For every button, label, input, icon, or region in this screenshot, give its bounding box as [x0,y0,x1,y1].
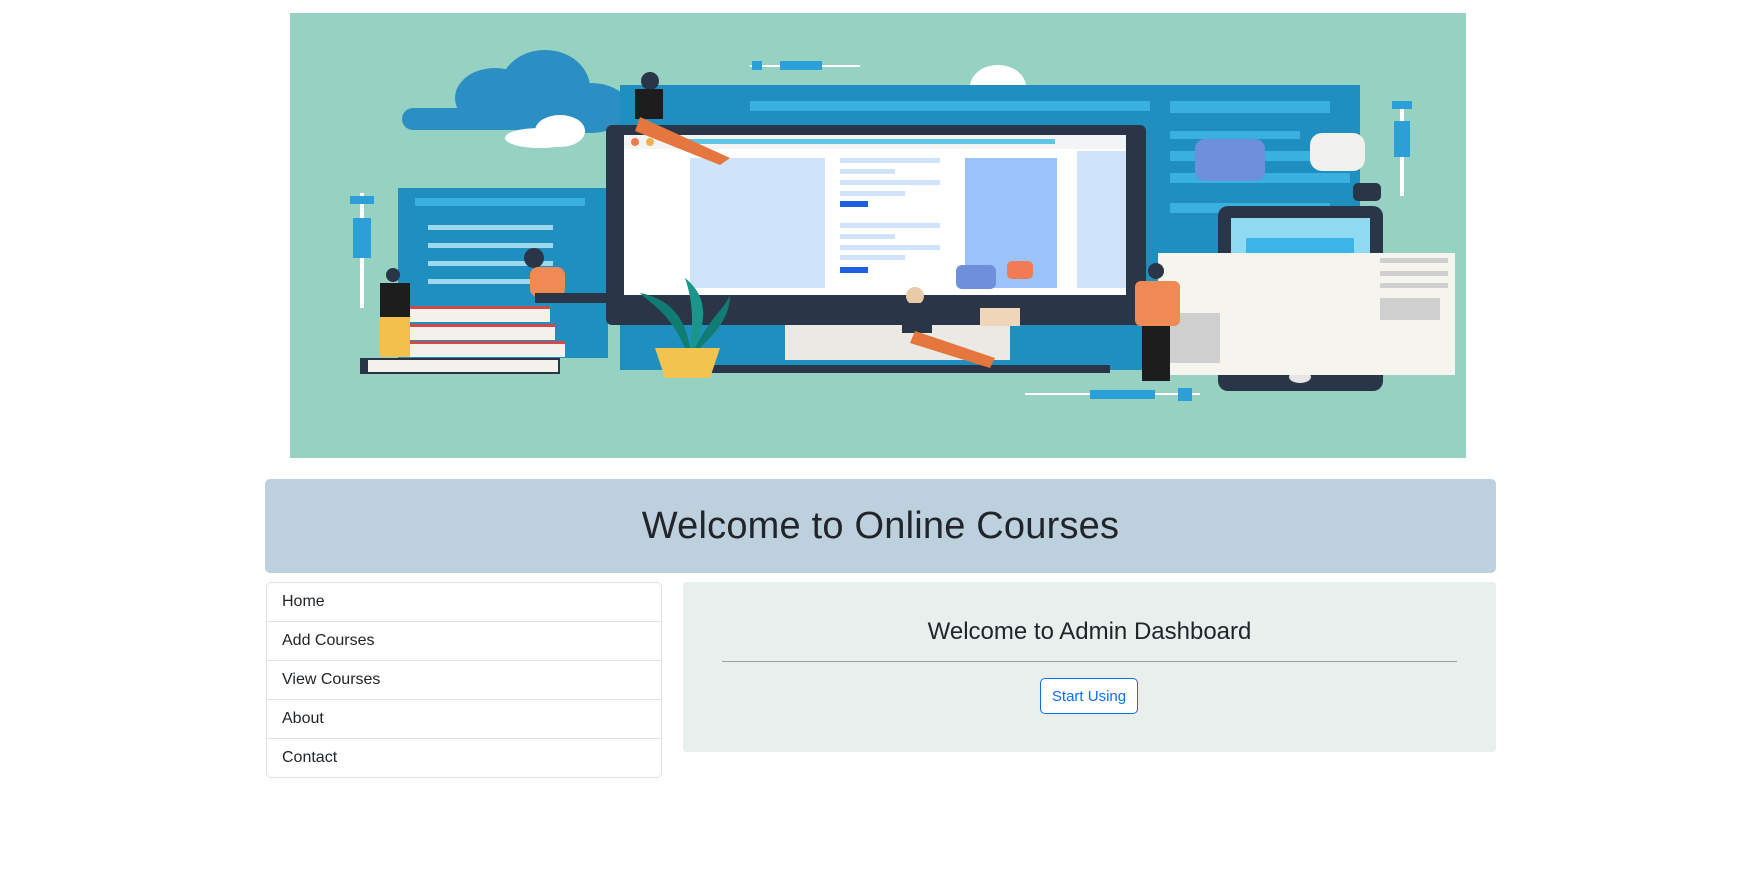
sidebar-item-home[interactable]: Home [267,583,661,622]
sidebar-item-view-courses[interactable]: View Courses [267,661,661,700]
dashboard-panel: Welcome to Admin Dashboard Start Using [683,582,1496,752]
page-title: Welcome to Online Courses [641,504,1120,547]
sidebar-item-contact[interactable]: Contact [267,739,661,777]
dashboard-heading: Welcome to Admin Dashboard [927,618,1252,645]
cloud-shape [402,50,632,133]
sidebar-nav: Home Add Courses View Courses About Cont… [266,582,662,778]
title-bar: Welcome to Online Courses [265,479,1496,573]
sidebar-item-add-courses[interactable]: Add Courses [267,622,661,661]
start-using-button[interactable]: Start Using [1040,678,1138,714]
hero-banner [290,13,1466,458]
online-courses-illustration [350,50,1455,401]
sidebar-item-about[interactable]: About [267,700,661,739]
page: Welcome to Online Courses Home Add Cours… [0,0,1742,880]
divider [722,661,1457,662]
